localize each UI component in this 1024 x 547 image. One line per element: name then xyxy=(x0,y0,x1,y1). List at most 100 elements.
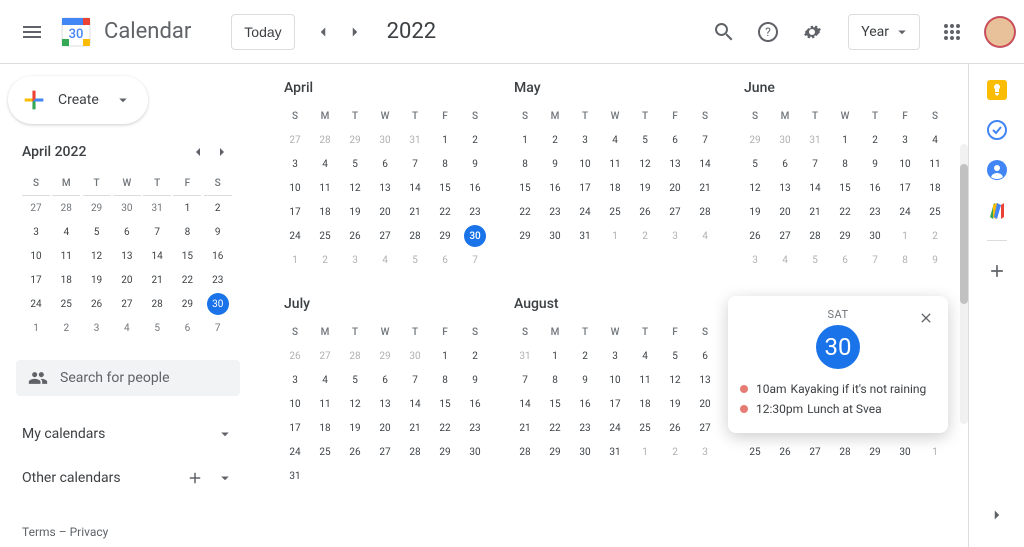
settings-button[interactable] xyxy=(792,12,832,52)
day-cell[interactable]: 13 xyxy=(660,152,690,176)
day-cell[interactable]: 22 xyxy=(510,200,540,224)
day-cell[interactable]: 30 xyxy=(400,344,430,368)
search-button[interactable] xyxy=(704,12,744,52)
day-cell[interactable]: 27 xyxy=(690,416,720,440)
day-cell[interactable]: 18 xyxy=(310,416,340,440)
day-cell[interactable]: 27 xyxy=(660,200,690,224)
today-button[interactable]: Today xyxy=(231,14,294,50)
day-cell[interactable]: 21 xyxy=(400,200,430,224)
mini-day-cell[interactable]: 9 xyxy=(204,220,232,244)
day-cell[interactable]: 29 xyxy=(430,440,460,464)
day-cell[interactable]: 16 xyxy=(460,176,490,200)
day-cell[interactable]: 31 xyxy=(800,128,830,152)
day-cell[interactable]: 27 xyxy=(800,440,830,464)
day-cell[interactable]: 3 xyxy=(340,248,370,272)
mini-day-cell[interactable]: 21 xyxy=(143,268,171,292)
day-cell[interactable]: 30 xyxy=(860,224,890,248)
day-cell[interactable]: 30 xyxy=(460,440,490,464)
day-cell[interactable]: 9 xyxy=(860,152,890,176)
day-cell[interactable]: 28 xyxy=(400,440,430,464)
day-cell[interactable]: 13 xyxy=(690,368,720,392)
day-cell[interactable]: 4 xyxy=(630,344,660,368)
day-cell[interactable]: 9 xyxy=(460,368,490,392)
day-cell[interactable]: 30 xyxy=(770,128,800,152)
day-cell[interactable]: 8 xyxy=(890,248,920,272)
day-cell[interactable]: 10 xyxy=(890,152,920,176)
day-cell[interactable]: 1 xyxy=(510,128,540,152)
day-cell[interactable]: 6 xyxy=(370,368,400,392)
mini-day-cell[interactable]: 29 xyxy=(173,292,201,316)
keep-icon[interactable] xyxy=(987,80,1007,100)
mini-day-cell[interactable]: 15 xyxy=(173,244,201,268)
day-cell[interactable]: 28 xyxy=(340,344,370,368)
day-cell[interactable]: 7 xyxy=(860,248,890,272)
mini-day-cell[interactable]: 17 xyxy=(22,268,50,292)
day-cell[interactable]: 28 xyxy=(690,200,720,224)
day-cell[interactable]: 1 xyxy=(630,440,660,464)
day-cell[interactable]: 27 xyxy=(370,224,400,248)
day-cell[interactable]: 25 xyxy=(310,224,340,248)
mini-day-cell[interactable]: 12 xyxy=(83,244,111,268)
day-cell[interactable]: 6 xyxy=(690,344,720,368)
month-title[interactable]: May xyxy=(510,80,720,96)
create-button[interactable]: Create xyxy=(8,76,148,124)
day-cell[interactable]: 7 xyxy=(510,368,540,392)
day-cell[interactable]: 23 xyxy=(460,416,490,440)
day-cell[interactable]: 3 xyxy=(890,128,920,152)
day-cell[interactable]: 28 xyxy=(800,224,830,248)
day-cell[interactable]: 8 xyxy=(510,152,540,176)
day-cell[interactable]: 20 xyxy=(770,200,800,224)
mini-day-cell[interactable]: 28 xyxy=(143,292,171,316)
next-period-button[interactable] xyxy=(339,16,371,48)
my-calendars-section[interactable]: My calendars xyxy=(8,416,248,452)
mini-day-cell[interactable]: 24 xyxy=(22,292,50,316)
day-cell[interactable]: 14 xyxy=(400,392,430,416)
day-cell[interactable]: 26 xyxy=(660,416,690,440)
month-title[interactable]: August xyxy=(510,296,720,312)
day-cell[interactable]: 2 xyxy=(460,128,490,152)
day-cell[interactable]: 29 xyxy=(830,224,860,248)
day-cell[interactable]: 5 xyxy=(400,248,430,272)
day-cell[interactable]: 29 xyxy=(340,128,370,152)
day-cell[interactable]: 7 xyxy=(690,128,720,152)
mini-day-cell[interactable]: 1 xyxy=(22,316,50,340)
day-cell[interactable]: 22 xyxy=(830,200,860,224)
mini-day-cell[interactable]: 13 xyxy=(113,244,141,268)
day-cell[interactable]: 25 xyxy=(630,416,660,440)
day-cell[interactable]: 26 xyxy=(280,344,310,368)
day-cell[interactable]: 24 xyxy=(570,200,600,224)
day-cell[interactable]: 3 xyxy=(690,440,720,464)
day-cell[interactable]: 9 xyxy=(570,368,600,392)
day-cell[interactable]: 30 xyxy=(570,440,600,464)
day-cell[interactable]: 21 xyxy=(400,416,430,440)
day-cell[interactable]: 27 xyxy=(370,440,400,464)
day-cell[interactable]: 15 xyxy=(510,176,540,200)
day-cell[interactable]: 21 xyxy=(510,416,540,440)
day-cell[interactable]: 16 xyxy=(540,176,570,200)
day-cell[interactable]: 4 xyxy=(310,368,340,392)
day-cell[interactable]: 15 xyxy=(430,392,460,416)
mini-day-cell[interactable]: 11 xyxy=(52,244,80,268)
day-cell[interactable]: 12 xyxy=(340,392,370,416)
mini-day-cell[interactable]: 27 xyxy=(22,196,50,220)
day-cell[interactable]: 11 xyxy=(310,392,340,416)
main-menu-button[interactable] xyxy=(8,8,56,56)
day-cell[interactable]: 7 xyxy=(400,368,430,392)
day-cell[interactable]: 29 xyxy=(430,224,460,248)
day-cell[interactable]: 10 xyxy=(280,176,310,200)
day-cell[interactable]: 14 xyxy=(510,392,540,416)
day-cell[interactable]: 6 xyxy=(660,128,690,152)
day-cell[interactable]: 25 xyxy=(310,440,340,464)
day-cell[interactable]: 13 xyxy=(770,176,800,200)
day-cell[interactable]: 11 xyxy=(310,176,340,200)
day-cell[interactable]: 2 xyxy=(860,128,890,152)
day-cell[interactable]: 6 xyxy=(430,248,460,272)
day-cell[interactable]: 13 xyxy=(370,176,400,200)
day-cell[interactable]: 8 xyxy=(830,152,860,176)
mini-day-cell[interactable]: 20 xyxy=(113,268,141,292)
day-cell[interactable]: 28 xyxy=(400,224,430,248)
event-item[interactable]: 10amKayaking if it's not raining xyxy=(740,379,936,399)
day-cell[interactable]: 11 xyxy=(600,152,630,176)
terms-link[interactable]: Terms xyxy=(22,525,56,539)
day-cell[interactable]: 25 xyxy=(920,200,950,224)
